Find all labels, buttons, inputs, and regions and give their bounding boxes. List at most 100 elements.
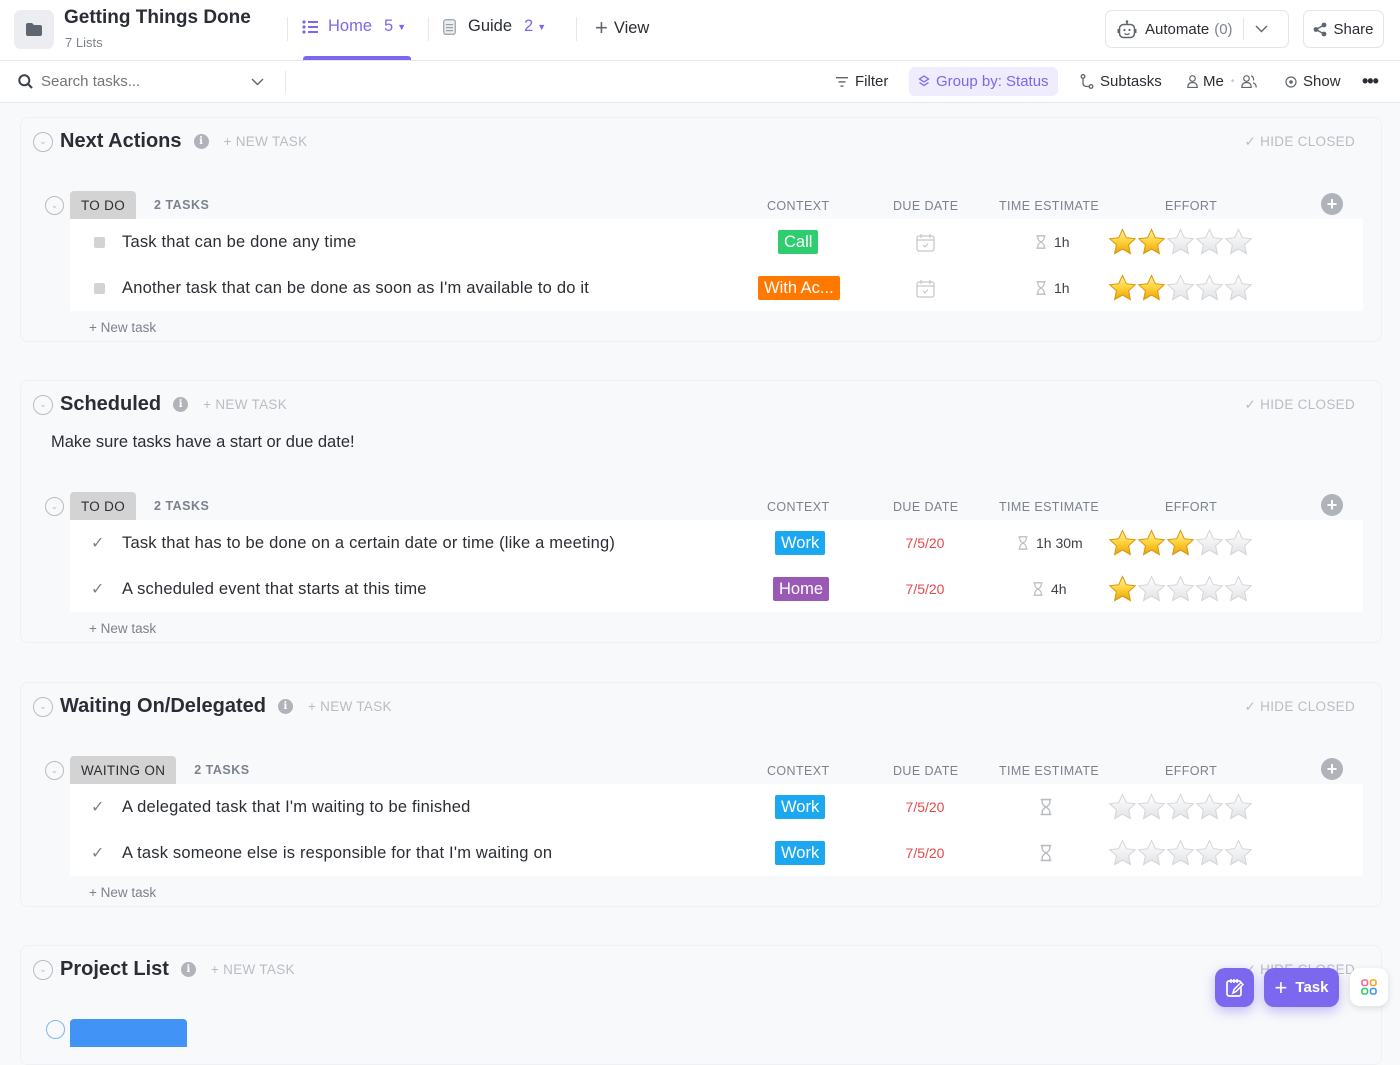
- time-estimate[interactable]: 1h: [1036, 280, 1070, 296]
- task-name[interactable]: Another task that can be done as soon as…: [122, 279, 589, 298]
- tab-guide[interactable]: Guide 2 ▼: [443, 17, 546, 36]
- star-empty-icon[interactable]: [1166, 793, 1195, 821]
- context-tag[interactable]: Work: [775, 841, 826, 865]
- star-empty-icon[interactable]: [1166, 839, 1195, 867]
- star-empty-icon[interactable]: [1108, 839, 1137, 867]
- info-icon[interactable]: i: [277, 699, 293, 714]
- star-empty-icon[interactable]: [1166, 228, 1195, 256]
- checkmark-icon[interactable]: ✓: [91, 579, 104, 599]
- effort-rating[interactable]: [1108, 839, 1253, 867]
- task-name[interactable]: A scheduled event that starts at this ti…: [122, 580, 427, 599]
- calendar-icon[interactable]: [916, 233, 935, 252]
- star-filled-icon[interactable]: [1108, 228, 1137, 256]
- time-estimate[interactable]: [1040, 798, 1060, 816]
- star-empty-icon[interactable]: [1224, 839, 1253, 867]
- star-filled-icon[interactable]: [1137, 228, 1166, 256]
- column-header-due-date[interactable]: DUE DATE: [893, 500, 958, 514]
- collapse-toggle-icon[interactable]: ⌄: [45, 760, 64, 780]
- star-filled-icon[interactable]: [1108, 575, 1137, 603]
- status-pill[interactable]: TO DO: [70, 191, 137, 219]
- notepad-button[interactable]: [1215, 968, 1254, 1007]
- star-empty-icon[interactable]: [1195, 793, 1224, 821]
- star-empty-icon[interactable]: [1166, 575, 1195, 603]
- star-empty-icon[interactable]: [1195, 575, 1224, 603]
- task-name[interactable]: Task that has to be done on a certain da…: [122, 534, 615, 553]
- show-button[interactable]: Show: [1285, 67, 1341, 96]
- add-column-icon[interactable]: +: [1321, 193, 1343, 215]
- status-pill[interactable]: TO DO: [70, 492, 137, 520]
- time-estimate[interactable]: 1h: [1036, 234, 1070, 250]
- star-empty-icon[interactable]: [1195, 228, 1224, 256]
- search-input[interactable]: [41, 73, 246, 90]
- context-tag[interactable]: Home: [773, 577, 830, 601]
- effort-rating[interactable]: [1108, 529, 1253, 557]
- me-filter-button[interactable]: Me •: [1187, 67, 1258, 96]
- task-row[interactable]: Another task that can be done as soon as…: [70, 265, 1363, 311]
- column-header-effort[interactable]: EFFORT: [1165, 764, 1217, 778]
- context-tag[interactable]: Call: [778, 230, 819, 254]
- task-name[interactable]: Task that can be done any time: [122, 233, 356, 252]
- star-empty-icon[interactable]: [1137, 575, 1166, 603]
- context-tag[interactable]: With Ac...: [758, 276, 840, 300]
- info-icon[interactable]: i: [173, 397, 189, 412]
- task-row[interactable]: ✓ Task that has to be done on a certain …: [70, 520, 1363, 566]
- new-task-link[interactable]: + NEW TASK: [224, 134, 308, 149]
- checkmark-icon[interactable]: ✓: [91, 533, 104, 553]
- collapse-toggle-icon[interactable]: ⌄: [33, 394, 53, 415]
- time-estimate[interactable]: 1h 30m: [1018, 535, 1083, 551]
- status-square-icon[interactable]: [94, 282, 105, 294]
- column-header-effort[interactable]: EFFORT: [1165, 199, 1217, 213]
- star-empty-icon[interactable]: [1137, 839, 1166, 867]
- column-header-due-date[interactable]: DUE DATE: [893, 764, 958, 778]
- group-by-button[interactable]: Group by: Status: [909, 67, 1058, 96]
- star-empty-icon[interactable]: [1224, 274, 1253, 302]
- hide-closed-toggle[interactable]: ✓ HIDE CLOSED: [1245, 134, 1356, 150]
- time-estimate[interactable]: [1040, 844, 1060, 862]
- star-empty-icon[interactable]: [1108, 793, 1137, 821]
- hide-closed-toggle[interactable]: ✓ HIDE CLOSED: [1245, 699, 1356, 715]
- status-pill[interactable]: WAITING ON: [70, 756, 177, 784]
- due-date[interactable]: 7/5/20: [900, 799, 950, 815]
- add-column-icon[interactable]: +: [1321, 494, 1343, 516]
- info-icon[interactable]: i: [180, 962, 196, 977]
- subtasks-button[interactable]: Subtasks: [1080, 67, 1162, 96]
- star-empty-icon[interactable]: [1224, 228, 1253, 256]
- column-header-time-estimate[interactable]: TIME ESTIMATE: [999, 764, 1099, 778]
- task-row[interactable]: Task that can be done any time Call 1h: [70, 219, 1363, 265]
- add-view-button[interactable]: + View: [595, 17, 649, 39]
- column-header-due-date[interactable]: DUE DATE: [893, 199, 958, 213]
- add-column-icon[interactable]: +: [1321, 758, 1343, 780]
- collapse-toggle-icon[interactable]: [46, 1020, 65, 1039]
- chevron-down-icon[interactable]: ▼: [537, 22, 546, 32]
- people-icon[interactable]: [1241, 75, 1258, 88]
- column-header-effort[interactable]: EFFORT: [1165, 500, 1217, 514]
- task-name[interactable]: A task someone else is responsible for t…: [122, 844, 552, 863]
- space-folder-icon[interactable]: [14, 10, 54, 49]
- new-task-button[interactable]: + New task: [89, 885, 156, 900]
- calendar-icon[interactable]: [916, 279, 935, 298]
- star-empty-icon[interactable]: [1195, 839, 1224, 867]
- share-button[interactable]: Share: [1303, 10, 1384, 48]
- due-date[interactable]: 7/5/20: [900, 581, 950, 597]
- due-date[interactable]: 7/5/20: [900, 535, 950, 551]
- star-empty-icon[interactable]: [1224, 575, 1253, 603]
- star-empty-icon[interactable]: [1224, 529, 1253, 557]
- new-task-button[interactable]: + New task: [89, 621, 156, 636]
- search-box[interactable]: [18, 73, 264, 90]
- star-empty-icon[interactable]: [1137, 793, 1166, 821]
- chevron-down-icon[interactable]: ▼: [397, 22, 406, 32]
- collapse-toggle-icon[interactable]: ⌄: [33, 131, 53, 152]
- collapse-toggle-icon[interactable]: ⌄: [33, 959, 53, 980]
- task-row[interactable]: ✓ A task someone else is responsible for…: [70, 830, 1363, 876]
- star-filled-icon[interactable]: [1108, 274, 1137, 302]
- chevron-down-icon[interactable]: [1255, 25, 1268, 33]
- filter-button[interactable]: Filter: [836, 67, 888, 96]
- time-estimate[interactable]: 4h: [1033, 581, 1067, 597]
- status-pill[interactable]: [70, 1019, 187, 1047]
- checkmark-icon[interactable]: ✓: [91, 797, 104, 817]
- due-date[interactable]: 7/5/20: [900, 845, 950, 861]
- star-empty-icon[interactable]: [1166, 274, 1195, 302]
- star-filled-icon[interactable]: [1166, 529, 1195, 557]
- new-task-link[interactable]: + NEW TASK: [203, 397, 287, 412]
- info-icon[interactable]: i: [193, 134, 209, 149]
